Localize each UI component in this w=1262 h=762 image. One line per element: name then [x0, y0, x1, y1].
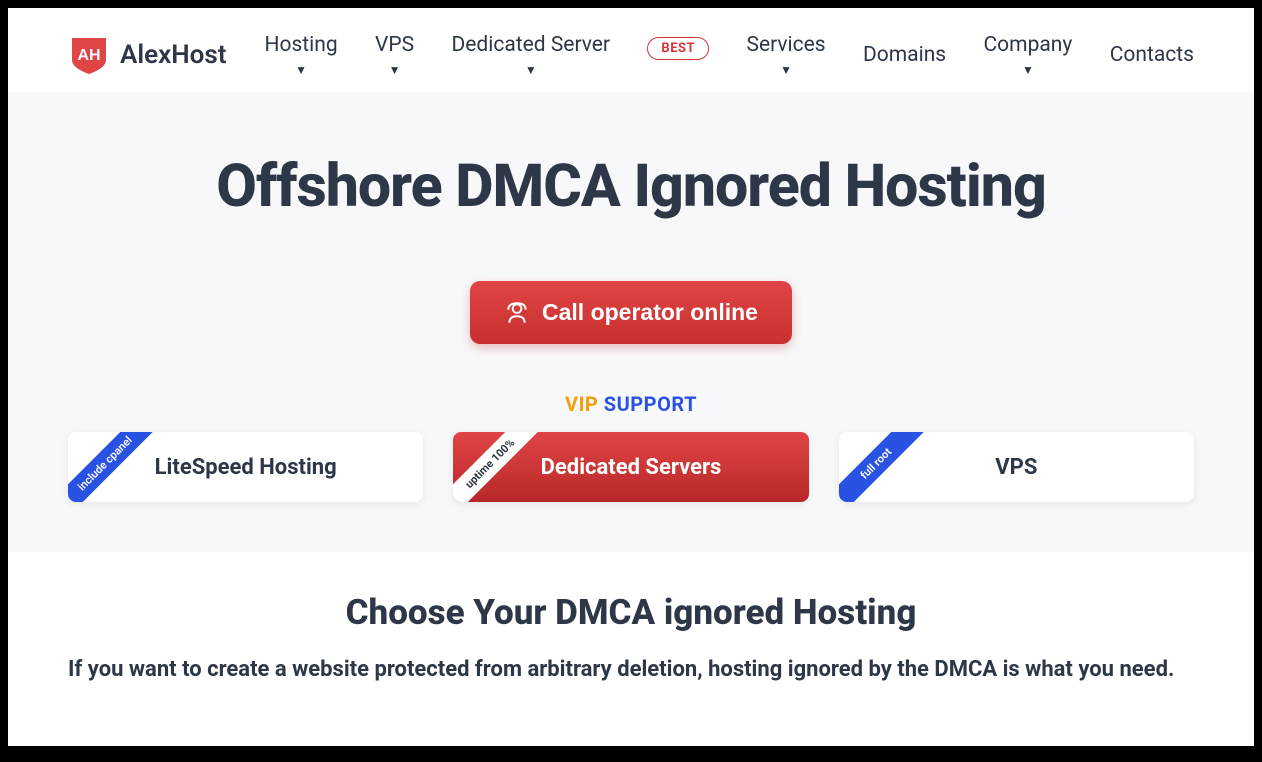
cta-label: Call operator online	[542, 299, 758, 326]
card-title: VPS	[995, 455, 1037, 480]
nav-services-label: Services	[746, 33, 825, 57]
support-text: SUPPORT	[604, 392, 697, 416]
nav-services[interactable]: Services ▼	[746, 33, 825, 77]
card-title: LiteSpeed Hosting	[155, 455, 337, 480]
nav-vps-label: VPS	[375, 33, 414, 57]
logo-text: AlexHost	[120, 40, 226, 70]
nav-hosting[interactable]: Hosting ▼	[264, 33, 337, 77]
nav-dedicated[interactable]: Dedicated Server ▼	[452, 33, 611, 77]
ribbon-label: uptime 100%	[453, 432, 551, 502]
chevron-down-icon: ▼	[525, 63, 537, 77]
nav-hosting-label: Hosting	[264, 33, 337, 57]
nav-company[interactable]: Company ▼	[984, 33, 1073, 77]
nav-contacts-label: Contacts	[1110, 43, 1194, 67]
nav-domains-label: Domains	[863, 43, 946, 67]
best-badge: BEST	[647, 37, 709, 60]
chevron-down-icon: ▼	[295, 63, 307, 77]
vip-text: VIP	[565, 392, 598, 416]
nav-domains[interactable]: Domains	[863, 43, 946, 67]
nav-contacts[interactable]: Contacts	[1110, 43, 1194, 67]
ribbon: include cpanel	[68, 432, 178, 502]
hero-title: Offshore DMCA Ignored Hosting	[68, 152, 1194, 221]
ribbon-label: full root	[839, 432, 937, 502]
card-dedicated[interactable]: uptime 100% Dedicated Servers	[453, 432, 808, 502]
card-title: Dedicated Servers	[541, 455, 722, 480]
chevron-down-icon: ▼	[780, 63, 792, 77]
chevron-down-icon: ▼	[389, 63, 401, 77]
vip-support-label: VIP SUPPORT	[68, 392, 1194, 416]
card-litespeed[interactable]: include cpanel LiteSpeed Hosting	[68, 432, 423, 502]
nav-dedicated-label: Dedicated Server	[452, 33, 611, 57]
section-title: Choose Your DMCA ignored Hosting	[68, 592, 1194, 633]
svg-text:AH: AH	[77, 47, 100, 64]
product-cards: include cpanel LiteSpeed Hosting uptime …	[68, 432, 1194, 502]
ribbon: full root	[839, 432, 949, 502]
hero-section: Offshore DMCA Ignored Hosting Call opera…	[8, 92, 1254, 552]
nav-company-label: Company	[984, 33, 1073, 57]
header: AH AlexHost Hosting ▼ VPS ▼ Dedicated Se…	[8, 8, 1254, 92]
nav-vps[interactable]: VPS ▼	[375, 33, 414, 77]
section-subtitle: If you want to create a website protecte…	[68, 655, 1194, 686]
card-vps[interactable]: full root VPS	[839, 432, 1194, 502]
logo[interactable]: AH AlexHost	[68, 34, 226, 76]
operator-icon	[504, 300, 530, 326]
choose-section: Choose Your DMCA ignored Hosting If you …	[8, 552, 1254, 706]
chevron-down-icon: ▼	[1022, 63, 1034, 77]
logo-shield-icon: AH	[68, 34, 110, 76]
call-operator-button[interactable]: Call operator online	[470, 281, 792, 344]
ribbon: uptime 100%	[453, 432, 563, 502]
main-nav: Hosting ▼ VPS ▼ Dedicated Server ▼ BEST …	[264, 33, 1194, 77]
ribbon-label: include cpanel	[68, 432, 166, 502]
page: AH AlexHost Hosting ▼ VPS ▼ Dedicated Se…	[8, 8, 1254, 746]
